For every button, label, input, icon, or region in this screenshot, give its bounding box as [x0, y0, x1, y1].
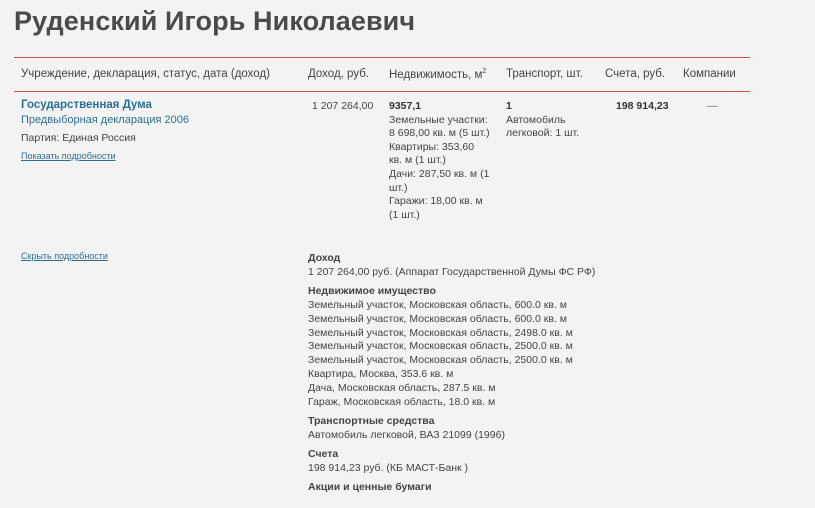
transport-cell: 1 Автомобиль легковой: 1 шт.	[506, 100, 596, 141]
column-header-realty-label: Недвижимость, м	[389, 69, 483, 81]
column-header-companies: Компании	[683, 68, 736, 80]
details-realty-item: Дача, Московская область, 287.5 кв. м	[308, 382, 496, 395]
realty-total: 9357,1	[389, 100, 422, 112]
details-income-title: Доход	[308, 252, 341, 264]
realty-line: кв. м (1 шт.)	[389, 154, 446, 167]
party-label: Партия: Единая Россия	[21, 132, 136, 144]
details-panel: Доход 1 207 264,00 руб. (Аппарат Государ…	[308, 252, 748, 495]
details-realty-item: Квартира, Москва, 353.6 кв. м	[308, 368, 454, 381]
table-header-top-rule	[14, 57, 750, 58]
transport-line: Автомобиль	[506, 113, 566, 126]
details-accounts-value: 198 914,23 руб. (КБ МАСТ-Банк )	[308, 461, 469, 474]
realty-line: 8 698,00 кв. м (5 шт.)	[389, 127, 490, 140]
details-realty-item: Гараж, Московская область, 18.0 кв. м	[308, 396, 496, 409]
companies-value: —	[707, 100, 718, 112]
hide-details-link[interactable]: Скрыть подробности	[21, 251, 108, 261]
column-header-accounts: Счета, руб.	[605, 68, 666, 80]
table-header-bottom-rule	[14, 91, 750, 92]
realty-line: Квартиры: 353,60	[389, 140, 475, 153]
details-realty-item: Земельный участок, Московская область, 2…	[308, 354, 573, 367]
institution-link[interactable]: Государственная Дума	[21, 99, 152, 111]
details-realty-item: Земельный участок, Московская область, 2…	[308, 326, 573, 339]
realty-line: Дачи: 287,50 кв. м (1	[389, 167, 490, 180]
column-header-transport: Транспорт, шт.	[506, 68, 583, 80]
declaration-link[interactable]: Предвыборная декларация 2006	[21, 114, 189, 126]
details-transport-value: Автомобиль легковой, ВАЗ 21099 (1996)	[308, 428, 505, 441]
realty-line: (1 шт.)	[389, 208, 420, 221]
details-realty-item: Земельный участок, Московская область, 6…	[308, 298, 567, 311]
show-details-link[interactable]: Показать подробности	[21, 151, 115, 161]
column-header-realty: Недвижимость, м2	[389, 68, 486, 81]
column-header-institution: Учреждение, декларация, статус, дата (до…	[21, 68, 270, 80]
details-income-value: 1 207 264,00 руб. (Аппарат Государственн…	[308, 265, 596, 278]
details-securities-title: Акции и ценные бумаги	[308, 480, 432, 493]
column-header-income: Доход, руб.	[308, 68, 369, 80]
column-header-realty-sup: 2	[482, 68, 487, 75]
accounts-value: 198 914,23	[616, 100, 669, 112]
transport-line: легковой: 1 шт.	[506, 127, 580, 140]
details-accounts-title: Счета	[308, 447, 339, 460]
transport-total: 1	[506, 100, 512, 112]
details-realty-title: Недвижимое имущество	[308, 284, 436, 297]
page-title: Руденский Игорь Николаевич	[14, 6, 416, 36]
realty-cell: 9357,1 Земельные участки: 8 698,00 кв. м…	[389, 100, 499, 222]
realty-line: Гаражи: 18,00 кв. м	[389, 195, 483, 208]
details-transport-title: Транспортные средства	[308, 414, 435, 427]
income-value: 1 207 264,00	[312, 100, 374, 112]
realty-line: Земельные участки:	[389, 113, 488, 126]
details-realty-item: Земельный участок, Московская область, 6…	[308, 312, 567, 325]
realty-line: шт.)	[389, 181, 408, 194]
details-realty-item: Земельный участок, Московская область, 2…	[308, 340, 573, 353]
